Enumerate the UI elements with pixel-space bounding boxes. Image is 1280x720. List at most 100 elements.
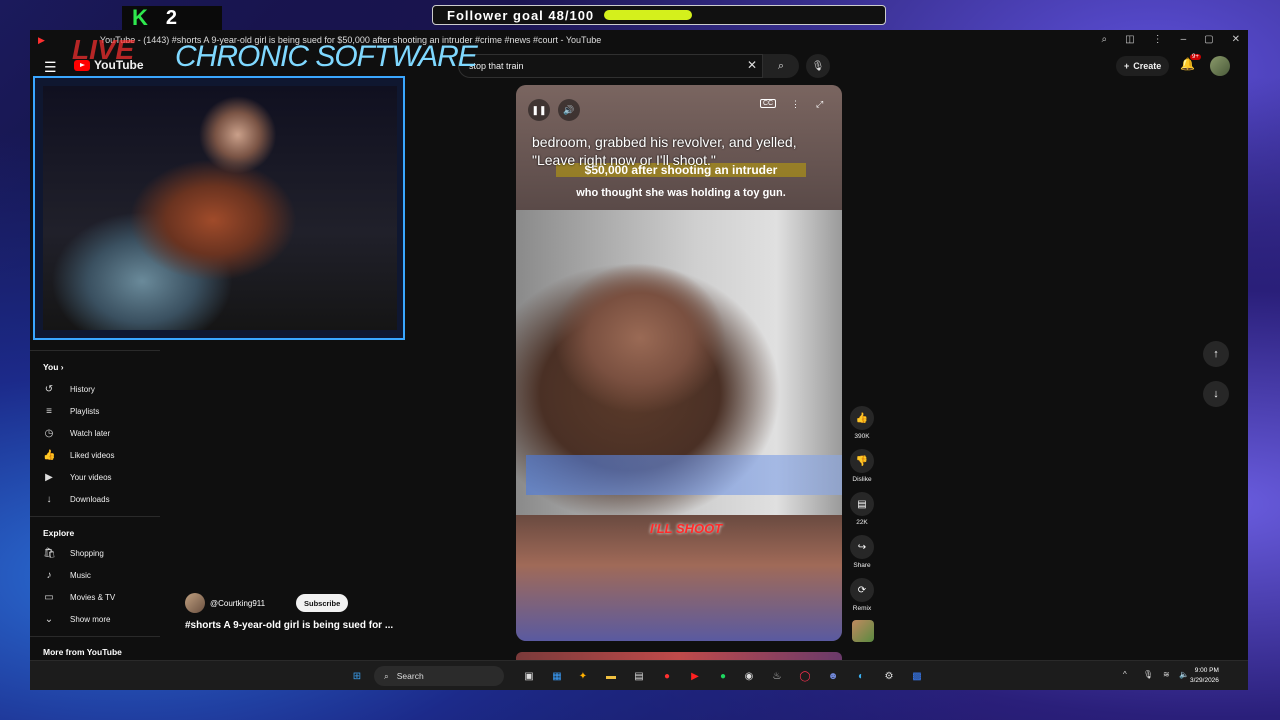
create-label: Create	[1133, 61, 1162, 71]
tray-chevron-icon[interactable]: ^	[1123, 670, 1127, 679]
channel-handle[interactable]: @Courtking911	[210, 599, 265, 608]
taskbar-search[interactable]: ⌕ Search	[374, 666, 504, 686]
clock-time: 9:00 PM	[1194, 667, 1219, 674]
store-icon[interactable]: ▤	[632, 669, 646, 683]
photos-icon[interactable]: ▦	[550, 669, 564, 683]
windows-start-icon[interactable]: ⊞	[350, 669, 364, 683]
system-clock[interactable]: 9:00 PM 3/29/2026	[1190, 666, 1219, 686]
counter-value: 2	[165, 6, 178, 29]
clock-date: 3/29/2026	[1190, 677, 1219, 684]
sidebar-item-watch-later[interactable]: ◷ Watch later	[43, 428, 111, 439]
short-title[interactable]: #shorts A 9-year-old girl is being sued …	[185, 620, 393, 631]
watch-later-icon: ◷	[44, 428, 54, 439]
search-button[interactable]: ⌕	[763, 54, 799, 78]
follower-goal-banner: Follower goal 48/100	[432, 5, 886, 25]
sidebar-item-history[interactable]: ↺ History	[43, 384, 95, 395]
video-headline-caption-2: who thought she was holding a toy gun.	[576, 187, 786, 199]
channel-avatar[interactable]	[185, 593, 205, 613]
shopping-icon: 🛍	[43, 548, 56, 559]
captions-button[interactable]: CC	[760, 99, 777, 108]
sidebar-divider	[30, 350, 160, 351]
discord-icon[interactable]: ☻	[826, 669, 840, 683]
opera-icon[interactable]: ●	[660, 669, 674, 683]
music-icon: ♪	[46, 570, 52, 581]
extensions-icon[interactable]: ◫	[1125, 34, 1134, 45]
remix-icon: ⟳	[850, 578, 874, 602]
follower-goal-text: Follower goal 48/100	[447, 7, 595, 23]
arrow-up-icon: ↑	[1213, 348, 1219, 360]
thumbs-down-icon: 👎	[850, 449, 874, 473]
like-button[interactable]: 👍 390K	[848, 406, 876, 440]
hamburger-menu-icon[interactable]: ☰	[44, 59, 57, 76]
copilot-icon[interactable]: ✦	[576, 669, 590, 683]
sidebar-item-liked-videos[interactable]: 👍 Liked videos	[43, 450, 114, 461]
remix-button[interactable]: ⟳ Remix	[848, 578, 876, 612]
remix-label: Remix	[852, 605, 872, 612]
task-view-icon[interactable]: ▣	[522, 669, 536, 683]
clear-search-icon[interactable]: ✕	[747, 58, 757, 72]
sidebar-explore-heading: Explore	[43, 528, 75, 538]
sidebar-item-show-more[interactable]: ⌄ Show more	[43, 614, 111, 625]
comments-button[interactable]: ▤ 22K	[848, 492, 876, 526]
browser-icon[interactable]: ◯	[798, 669, 812, 683]
more-icon[interactable]: ⋮	[1153, 34, 1163, 45]
chevron-down-icon: ⌄	[44, 614, 54, 625]
fullscreen-icon[interactable]: ⤢	[816, 99, 823, 110]
next-short-preview[interactable]	[516, 652, 842, 660]
shorts-video-player[interactable]: ❚❚ 🔊 CC ⋮ ⤢ $50,000 after shooting an in…	[516, 85, 842, 641]
next-short-button[interactable]: ↓	[1203, 381, 1229, 407]
video-lower-third	[526, 455, 842, 495]
dislike-button[interactable]: 👎 Dislike	[848, 449, 876, 483]
arrow-down-icon: ↓	[1213, 388, 1219, 400]
share-button[interactable]: ↪ Share	[848, 535, 876, 569]
obs-icon[interactable]: ◉	[742, 669, 756, 683]
sidebar-item-movies-tv[interactable]: ▭ Movies & TV	[43, 592, 115, 603]
voice-search-button[interactable]: 🎙	[806, 54, 830, 78]
close-window-button[interactable]: ✕	[1232, 34, 1240, 45]
video-more-icon[interactable]: ⋮	[791, 99, 800, 110]
pause-button[interactable]: ❚❚	[528, 99, 550, 121]
file-explorer-icon[interactable]: ▬	[604, 669, 618, 683]
steam-icon[interactable]: ♨	[770, 669, 784, 683]
sidebar-item-music[interactable]: ♪ Music	[43, 570, 91, 581]
previous-short-button[interactable]: ↑	[1203, 341, 1229, 367]
search-input[interactable]: stop that train	[458, 54, 763, 78]
share-label: Share	[853, 562, 871, 569]
zoom-icon[interactable]: ⌕	[1102, 34, 1108, 45]
sound-thumbnail[interactable]	[852, 620, 874, 642]
comment-icon: ▤	[850, 492, 874, 516]
subscribe-button[interactable]: Subscribe	[296, 594, 349, 612]
sidebar-item-downloads[interactable]: ↓ Downloads	[43, 494, 110, 505]
account-avatar[interactable]	[1210, 56, 1230, 76]
wifi-icon[interactable]: ≋	[1163, 670, 1170, 679]
youtube-favicon: ▶	[38, 34, 45, 45]
spotify-icon[interactable]: ●	[716, 669, 730, 683]
create-button[interactable]: + Create	[1116, 56, 1170, 76]
dislike-label: Dislike	[852, 476, 872, 483]
volume-tray-icon[interactable]: 🔈	[1179, 670, 1189, 679]
search-icon: ⌕	[384, 670, 389, 681]
app-icon[interactable]: ▩	[910, 669, 924, 683]
tray-mic-icon[interactable]: 🎙	[1143, 670, 1153, 679]
stream-counter-logo: K 2	[122, 5, 222, 30]
comment-count: 22K	[856, 519, 868, 526]
volume-button[interactable]: 🔊	[558, 99, 580, 121]
maximize-button[interactable]: ▢	[1204, 34, 1213, 45]
follower-goal-progress-bar	[604, 10, 693, 20]
edge-icon[interactable]: ◐	[854, 669, 868, 683]
youtube-taskbar-icon[interactable]: ▶	[688, 669, 702, 683]
taskbar-search-label: Search	[396, 671, 424, 681]
sidebar-more-heading: More from YouTube	[43, 647, 122, 657]
windows-taskbar: ⊞ ⌕ Search ▣ ▦ ✦ ▬ ▤ ● ▶ ● ◉ ♨ ◯ ☻ ◐ ⚙ ▩…	[30, 660, 1248, 690]
sidebar-item-playlists[interactable]: ≡ Playlists	[43, 406, 99, 417]
minimize-button[interactable]: –	[1181, 34, 1187, 45]
sidebar-divider	[30, 636, 160, 637]
sidebar-you-heading[interactable]: You ›	[43, 362, 64, 372]
history-icon: ↺	[44, 384, 54, 395]
movies-icon: ▭	[44, 592, 54, 603]
sidebar-item-shopping[interactable]: 🛍 Shopping	[43, 548, 104, 559]
sidebar-item-your-videos[interactable]: ▶ Your videos	[43, 472, 111, 483]
settings-gear-icon[interactable]: ⚙	[882, 669, 896, 683]
stream-title-overlay: CHRONIC SOFTWARE	[175, 40, 478, 73]
like-count: 390K	[854, 433, 870, 440]
